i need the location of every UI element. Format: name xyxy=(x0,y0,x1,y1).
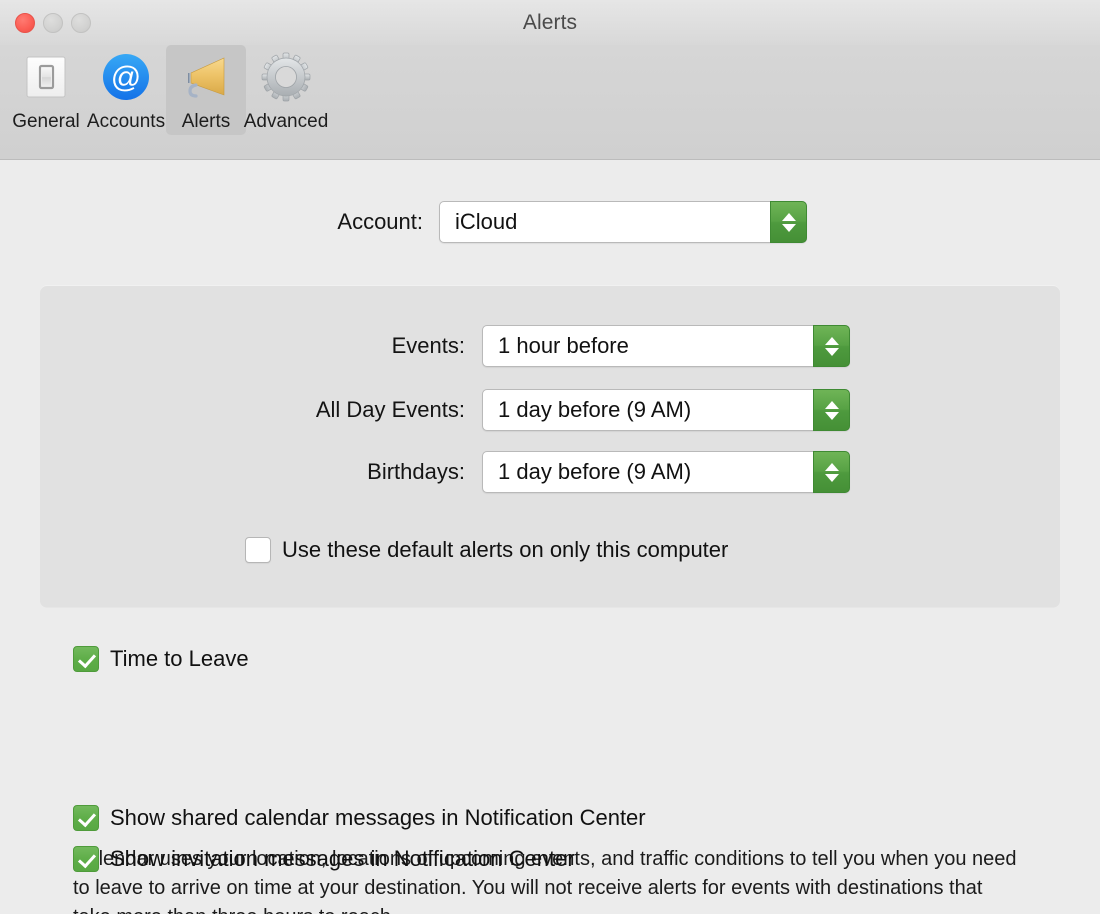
toolbar-item-general[interactable]: General xyxy=(6,45,86,135)
toolbar-label-accounts: Accounts xyxy=(86,111,166,132)
events-label: Events: xyxy=(391,333,465,358)
birthdays-select-value: 1 day before (9 AM) xyxy=(498,459,692,484)
birthdays-select[interactable]: 1 day before (9 AM) xyxy=(482,451,850,493)
events-select[interactable]: 1 hour before xyxy=(482,325,850,367)
events-row: Events: 1 hour before xyxy=(40,325,1020,367)
alerts-pane: Account: iCloud Events: 1 hour before Al… xyxy=(0,161,1100,914)
chevron-up-icon xyxy=(781,212,796,221)
chevron-up-icon xyxy=(824,400,839,409)
chevron-down-icon xyxy=(781,223,796,232)
all-day-events-select-stepper-icon[interactable] xyxy=(813,389,850,431)
events-select-stepper-icon[interactable] xyxy=(813,325,850,367)
at-sign-icon: @ xyxy=(98,49,154,105)
show-invitation-messages-checkbox[interactable]: Show invitation messages in Notification… xyxy=(73,846,575,872)
chevron-down-icon xyxy=(824,347,839,356)
events-select-value: 1 hour before xyxy=(498,333,629,358)
checkbox-box[interactable] xyxy=(73,646,99,672)
checkbox-box[interactable] xyxy=(245,537,271,563)
checkbox-box[interactable] xyxy=(73,805,99,831)
chevron-down-icon xyxy=(824,411,839,420)
chevron-down-icon xyxy=(824,473,839,482)
title-bar: Alerts xyxy=(0,0,1100,45)
toolbar-label-general: General xyxy=(12,111,80,132)
default-alerts-this-computer-checkbox[interactable]: Use these default alerts on only this co… xyxy=(245,537,728,563)
account-select[interactable]: iCloud xyxy=(439,201,807,243)
chevron-up-icon xyxy=(824,336,839,345)
birthdays-label: Birthdays: xyxy=(367,459,465,484)
svg-text:@: @ xyxy=(111,61,141,94)
default-alerts-group: Events: 1 hour before All Day Events: 1 … xyxy=(40,285,1060,607)
all-day-events-label: All Day Events: xyxy=(315,397,465,422)
account-select-value: iCloud xyxy=(455,209,518,234)
default-alerts-this-computer-label: Use these default alerts on only this co… xyxy=(282,537,729,562)
birthdays-row: Birthdays: 1 day before (9 AM) xyxy=(40,451,1020,493)
birthdays-select-stepper-icon[interactable] xyxy=(813,451,850,493)
light-switch-icon xyxy=(18,49,74,105)
chevron-up-icon xyxy=(824,462,839,471)
all-day-events-select[interactable]: 1 day before (9 AM) xyxy=(482,389,850,431)
time-to-leave-checkbox[interactable]: Time to Leave xyxy=(73,646,249,672)
toolbar-item-accounts[interactable]: @ Accounts xyxy=(86,45,166,135)
preferences-toolbar: General @ Accounts Alerts Advanced xyxy=(0,45,1100,160)
show-invitation-messages-label: Show invitation messages in Notification… xyxy=(110,846,575,871)
account-select-stepper-icon[interactable] xyxy=(770,201,807,243)
time-to-leave-label: Time to Leave xyxy=(110,646,249,671)
all-day-events-select-value: 1 day before (9 AM) xyxy=(498,397,692,422)
preferences-window: Alerts General @ Accounts Alerts Advance… xyxy=(0,0,1100,914)
toolbar-label-alerts: Alerts xyxy=(181,111,231,132)
all-day-events-row: All Day Events: 1 day before (9 AM) xyxy=(40,389,1020,431)
checkbox-box[interactable] xyxy=(73,846,99,872)
toolbar-item-list: General @ Accounts Alerts Advanced xyxy=(6,45,329,135)
show-shared-calendar-messages-label: Show shared calendar messages in Notific… xyxy=(110,805,646,830)
toolbar-item-alerts[interactable]: Alerts xyxy=(166,45,246,135)
account-row: Account: iCloud xyxy=(0,201,1100,243)
toolbar-item-advanced[interactable]: Advanced xyxy=(243,45,329,135)
window-title: Alerts xyxy=(522,11,578,34)
gear-icon xyxy=(258,49,314,105)
show-shared-calendar-messages-checkbox[interactable]: Show shared calendar messages in Notific… xyxy=(73,805,646,831)
megaphone-icon xyxy=(178,49,234,105)
account-label: Account: xyxy=(337,209,423,234)
toolbar-label-advanced: Advanced xyxy=(243,111,329,132)
